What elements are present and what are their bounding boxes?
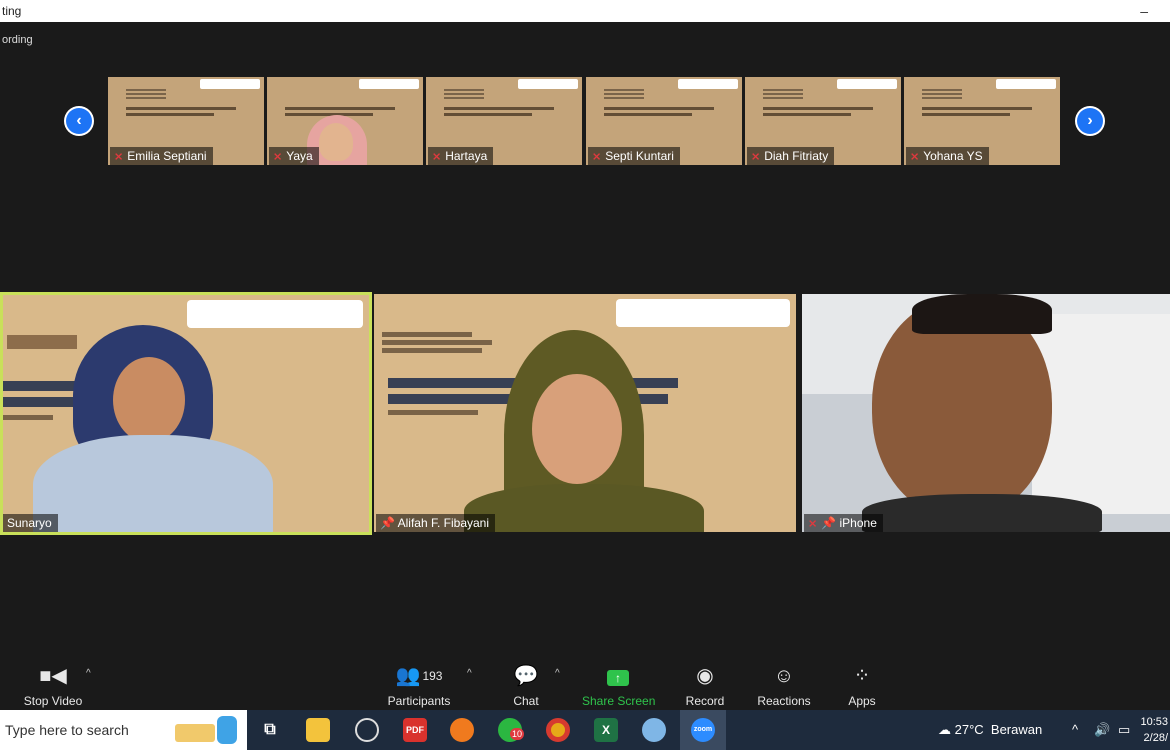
participant-thumbnail[interactable]: ⨯ Emilia Septiani	[108, 77, 264, 165]
participant-thumbnail[interactable]: ⨯ Yaya	[267, 77, 423, 165]
minimize-button[interactable]: –	[1140, 0, 1148, 22]
chevron-right-icon: ›	[1077, 108, 1103, 134]
participants-count: 193	[422, 669, 443, 683]
slide-logo	[359, 79, 419, 89]
participants-button[interactable]: 👥 193 Participants	[386, 664, 452, 708]
recording-label: ording	[2, 34, 33, 46]
chat-options-caret[interactable]: ^	[555, 668, 560, 679]
mic-muted-icon: ⨯	[751, 151, 761, 163]
slide-logo	[837, 79, 897, 89]
chrome-icon[interactable]	[546, 718, 570, 742]
video-options-caret[interactable]: ^	[86, 668, 91, 679]
share-screen-icon: ↑	[582, 664, 654, 688]
apps-icon: ⁘	[853, 665, 871, 687]
active-speaker-tile[interactable]: Sunaryo	[0, 292, 372, 535]
participant-name-tag: ⨯ Diah Fitriaty	[747, 147, 835, 165]
mic-muted-icon: ⨯	[273, 151, 283, 163]
window-titlebar: ting –	[0, 0, 1170, 22]
pin-icon: 📌	[821, 516, 840, 530]
participants-options-caret[interactable]: ^	[467, 668, 472, 679]
video-camera-icon: ■◀	[39, 665, 67, 687]
obs-icon[interactable]	[355, 718, 379, 742]
speaker-icon[interactable]: 🔊	[1094, 710, 1110, 750]
battery-icon[interactable]: ▭	[1118, 710, 1130, 750]
whatsapp-badge: 10	[510, 728, 524, 740]
cloud-icon: ☁	[938, 722, 955, 737]
pin-icon: 📌	[380, 516, 398, 530]
taskbar-search-input[interactable]: Type here to search	[0, 710, 247, 750]
participant-thumbnail[interactable]: ⨯ Yohana YS	[904, 77, 1060, 165]
slide-logo	[996, 79, 1056, 89]
participant-tile[interactable]: ⨯ 📌 iPhone	[802, 294, 1170, 532]
paint-icon[interactable]	[642, 718, 666, 742]
meeting-toolbar: ■◀ Stop Video ^ 👥 193 Participants ^ 💬 Ch…	[0, 660, 1170, 710]
participant-name-tag: ⨯ Septi Kuntari	[588, 147, 680, 165]
task-view-icon[interactable]: ⧉	[258, 718, 282, 742]
participant-name-tag: ⨯ Yaya	[269, 147, 319, 165]
windows-taskbar: Type here to search ⧉ PDF 10 X zoom ☁ 27…	[0, 710, 1170, 750]
participant-name-tag: ⨯ Hartaya	[428, 147, 494, 165]
slide-logo	[518, 79, 578, 89]
apps-button[interactable]: ⁘ Apps	[846, 664, 878, 708]
gallery-prev-button[interactable]: ‹	[64, 106, 94, 136]
reactions-button[interactable]: ☺ Reactions	[756, 664, 812, 708]
participant-name-tag: ⨯ Yohana YS	[906, 147, 989, 165]
excel-icon[interactable]: X	[594, 718, 618, 742]
firefox-icon[interactable]	[450, 718, 474, 742]
slide-logo	[678, 79, 738, 89]
participant-name-tag: Sunaryo	[3, 514, 58, 532]
slide-logo	[200, 79, 260, 89]
share-screen-button[interactable]: ↑ Share Screen	[582, 664, 655, 708]
mic-muted-icon: ⨯	[808, 518, 818, 530]
record-button[interactable]: ◉ Record	[684, 664, 726, 708]
mic-muted-icon: ⨯	[432, 151, 442, 163]
window-title: ting	[2, 4, 22, 18]
chevron-up-icon[interactable]: ^	[1072, 710, 1078, 750]
smiley-icon: ☺	[773, 665, 795, 687]
chat-bubble-icon: 💬	[513, 665, 539, 687]
file-explorer-icon[interactable]	[306, 718, 330, 742]
zoom-icon[interactable]: zoom	[691, 718, 715, 742]
mic-muted-icon: ⨯	[592, 151, 602, 163]
participants-icon: 👥	[395, 665, 421, 687]
participant-thumbnail[interactable]: ⨯ Hartaya	[426, 77, 582, 165]
participant-thumbnail[interactable]: ⨯ Septi Kuntari	[586, 77, 742, 165]
participant-name-tag: ⨯ Emilia Septiani	[110, 147, 213, 165]
stop-video-button[interactable]: ■◀ Stop Video	[22, 664, 84, 708]
participant-name-tag: ⨯ 📌 iPhone	[804, 514, 883, 532]
mic-muted-icon: ⨯	[114, 151, 124, 163]
chat-button[interactable]: 💬 Chat	[508, 664, 544, 708]
participant-tile[interactable]: 📌 Alifah F. Fibayani	[374, 294, 796, 532]
search-highlight-icon	[171, 714, 243, 746]
slide-logo	[187, 300, 363, 328]
participant-name-tag: 📌 Alifah F. Fibayani	[376, 514, 496, 532]
participant-thumbnail[interactable]: ⨯ Diah Fitriaty	[745, 77, 901, 165]
mic-muted-icon: ⨯	[910, 151, 920, 163]
weather-widget[interactable]: ☁ 27°C Berawan	[938, 710, 1042, 750]
pdf-app-icon[interactable]: PDF	[403, 718, 427, 742]
record-icon: ◉	[696, 665, 714, 687]
slide-logo	[616, 299, 790, 327]
system-clock[interactable]: 10:53 2/28/	[1140, 714, 1168, 746]
chevron-left-icon: ‹	[66, 108, 92, 134]
gallery-next-button[interactable]: ›	[1075, 106, 1105, 136]
